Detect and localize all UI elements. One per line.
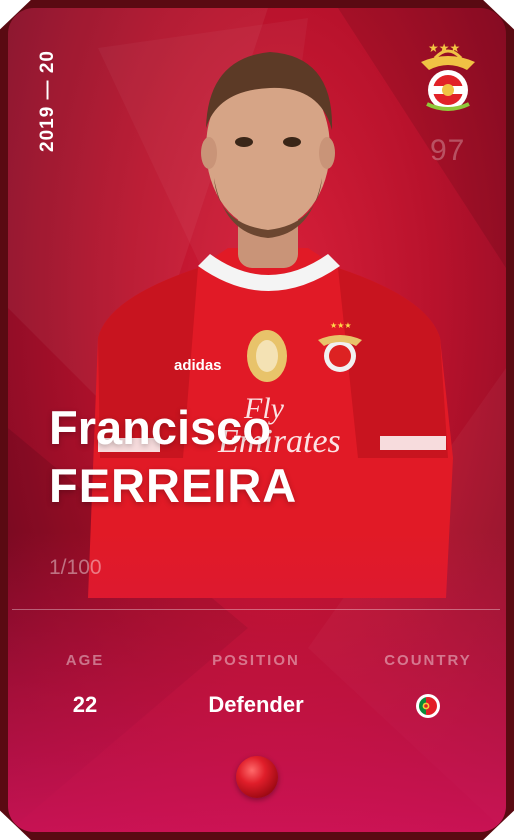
player-last-name: FERREIRA [49, 459, 298, 512]
position-value: Defender [208, 692, 304, 717]
player-first-name: Francisco [49, 401, 272, 454]
rating-value: 97 [430, 134, 466, 167]
position-label: POSITION [212, 652, 300, 669]
svg-text:★★★: ★★★ [330, 321, 352, 330]
country-label: COUNTRY [384, 652, 472, 669]
player-photo: ★★★ adidas Fly Emirates [88, 52, 453, 598]
card-ball-icon [236, 756, 278, 798]
player-card[interactable]: ★★★ adidas Fly Emirates 2019 — 20 ★★★ 97… [0, 0, 514, 840]
age-label: AGE [65, 652, 105, 669]
portugal-flag-icon [416, 694, 440, 718]
divider [12, 609, 500, 610]
serial-number: 1/100 [49, 556, 102, 579]
age-value: 22 [72, 692, 98, 717]
svg-text:adidas: adidas [174, 357, 222, 374]
benfica-crest-icon: ★★★ [421, 41, 475, 111]
season-label: 2019 — 20 [37, 50, 58, 152]
